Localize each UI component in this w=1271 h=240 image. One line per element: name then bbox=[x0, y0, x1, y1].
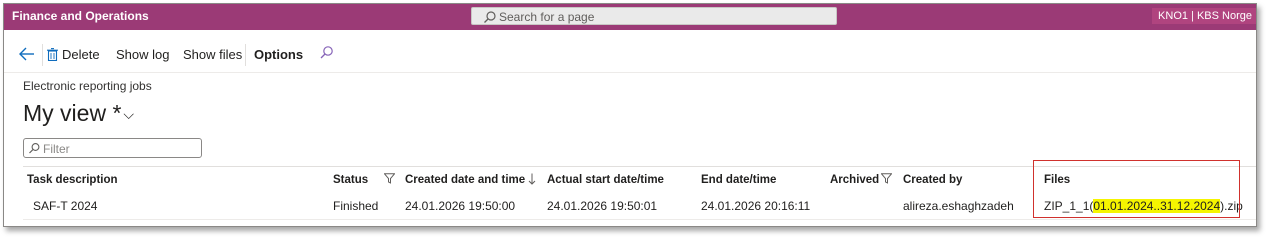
action-pane: Delete Show log Show files Options bbox=[4, 38, 1256, 73]
annotation-box bbox=[1033, 160, 1240, 218]
view-selector[interactable]: My view * ⌵ bbox=[23, 100, 134, 127]
show-files-button[interactable]: Show files bbox=[183, 47, 242, 62]
filter-input[interactable]: Filter bbox=[23, 138, 202, 158]
cell-actual-start: 24.01.2026 19:50:01 bbox=[547, 199, 658, 213]
toolbar-divider bbox=[42, 44, 43, 66]
options-tab[interactable]: Options bbox=[254, 47, 303, 62]
app-title[interactable]: Finance and Operations bbox=[12, 9, 149, 23]
column-header-created[interactable]: Created date and time bbox=[405, 174, 525, 186]
filter-funnel-icon[interactable] bbox=[384, 173, 395, 184]
column-header-created-by[interactable]: Created by bbox=[903, 174, 962, 186]
cell-end: 24.01.2026 20:16:11 bbox=[701, 199, 811, 213]
search-icon[interactable] bbox=[319, 45, 335, 61]
back-arrow-icon[interactable] bbox=[18, 45, 36, 63]
cell-task-description[interactable]: SAF-T 2024 bbox=[33, 199, 97, 213]
delete-button[interactable]: Delete bbox=[47, 47, 100, 62]
chevron-down-icon: ⌵ bbox=[123, 106, 135, 122]
cell-created-by: alireza.eshaghzadeh bbox=[903, 199, 1014, 213]
sort-down-icon[interactable] bbox=[528, 173, 536, 185]
column-header-task-description[interactable]: Task description bbox=[27, 174, 118, 186]
search-placeholder: Search for a page bbox=[499, 10, 595, 24]
cell-status: Finished bbox=[333, 199, 379, 213]
page-caption: Electronic reporting jobs bbox=[23, 79, 152, 93]
column-header-end[interactable]: End date/time bbox=[701, 174, 776, 186]
app-window: Finance and Operations Search for a page… bbox=[3, 3, 1257, 227]
column-header-actual-start[interactable]: Actual start date/time bbox=[547, 174, 664, 186]
show-log-button[interactable]: Show log bbox=[116, 47, 169, 62]
delete-label: Delete bbox=[62, 47, 100, 62]
search-icon bbox=[484, 11, 496, 23]
top-nav-bar: Finance and Operations Search for a page… bbox=[4, 4, 1256, 30]
column-header-status[interactable]: Status bbox=[333, 174, 368, 186]
page-search-input[interactable]: Search for a page bbox=[471, 7, 837, 25]
search-icon bbox=[29, 143, 40, 154]
filter-funnel-icon[interactable] bbox=[881, 173, 892, 184]
view-title: My view * bbox=[23, 100, 122, 126]
cell-created: 24.01.2026 19:50:00 bbox=[405, 199, 516, 213]
filter-placeholder: Filter bbox=[43, 142, 70, 156]
column-header-archived[interactable]: Archived bbox=[830, 174, 879, 186]
toolbar-divider bbox=[245, 44, 246, 66]
trash-icon bbox=[47, 48, 58, 62]
company-selector[interactable]: KNO1 | KBS Norge bbox=[1152, 8, 1256, 24]
